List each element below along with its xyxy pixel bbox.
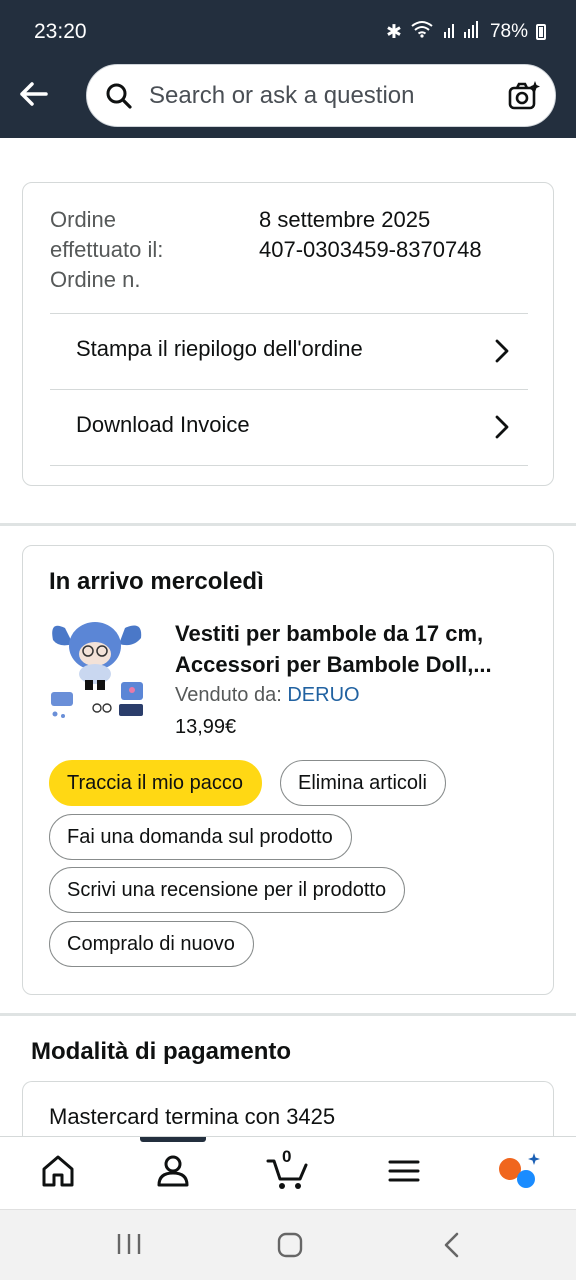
section-divider <box>0 523 576 526</box>
app-header: Search or ask a question <box>0 64 576 138</box>
print-summary-link[interactable]: Stampa il riepilogo dell'ordine <box>50 313 528 391</box>
search-icon <box>105 82 133 115</box>
bottom-nav: 0 <box>0 1136 576 1209</box>
battery-icon <box>536 24 546 40</box>
rufus-assistant-icon[interactable] <box>496 1151 540 1191</box>
delivery-status-title: In arrivo mercoledì <box>49 568 264 595</box>
menu-icon[interactable] <box>384 1151 424 1191</box>
order-date-value: 8 settembre 2025 <box>259 207 431 232</box>
download-invoice-label: Download Invoice <box>76 412 250 437</box>
cart-icon[interactable]: 0 <box>266 1147 310 1191</box>
track-package-button[interactable]: Traccia il mio pacco <box>49 760 262 806</box>
order-values: 8 settembre 2025 407-0303459-8370748 <box>259 205 482 265</box>
order-number-value: 407-0303459-8370748 <box>259 237 482 262</box>
status-time: 23:20 <box>34 20 87 43</box>
seller-info: Venduto da: DERUO <box>175 684 360 707</box>
payment-method-text: Mastercard termina con 3425 <box>49 1104 336 1129</box>
wifi-icon <box>410 20 434 44</box>
account-icon[interactable] <box>153 1151 193 1191</box>
signal-icon <box>442 20 482 44</box>
product-price: 13,99€ <box>175 716 237 738</box>
delete-items-button[interactable]: Elimina articoli <box>280 760 446 806</box>
order-labels: Ordine effettuato il: Ordine n. <box>50 205 163 295</box>
write-review-button[interactable]: Scrivi una recensione per il prodotto <box>49 867 406 913</box>
order-number-label: Ordine n. <box>50 267 141 292</box>
home-icon[interactable] <box>38 1151 78 1191</box>
back-arrow-icon[interactable] <box>16 76 52 112</box>
chevron-right-icon <box>494 414 510 445</box>
seller-label: Venduto da: <box>175 684 282 706</box>
section-divider <box>0 1013 576 1016</box>
order-date-label: Ordine <box>50 207 117 232</box>
system-navigation-bar <box>0 1209 576 1280</box>
status-bar: 23:20 ✱ 78% <box>0 0 576 64</box>
product-title-line-1: Vestiti per bambole da 17 cm, <box>175 621 484 646</box>
order-info-card: Ordine effettuato il: Ordine n. 8 settem… <box>22 182 554 486</box>
search-input[interactable]: Search or ask a question <box>149 82 415 110</box>
active-tab-indicator <box>140 1137 206 1142</box>
buy-again-button[interactable]: Compralo di nuovo <box>49 921 254 967</box>
seller-link[interactable]: DERUO <box>287 684 359 706</box>
divider <box>50 465 528 466</box>
home-button-icon[interactable] <box>277 1232 303 1263</box>
product-title-link[interactable]: Vestiti per bambole da 17 cm, Accessori … <box>175 618 535 680</box>
cart-count-badge: 0 <box>282 1147 292 1166</box>
camera-search-icon[interactable] <box>507 79 541 118</box>
bluetooth-icon: ✱ <box>386 21 402 43</box>
payment-method-title: Modalità di pagamento <box>31 1038 292 1065</box>
print-summary-label: Stampa il riepilogo dell'ordine <box>76 336 363 361</box>
chevron-right-icon <box>494 338 510 369</box>
download-invoice-link[interactable]: Download Invoice <box>50 389 528 467</box>
battery-percent: 78% <box>489 21 528 42</box>
order-date-label-2: effettuato il: <box>50 237 164 262</box>
ask-product-question-button[interactable]: Fai una domanda sul prodotto <box>49 814 352 860</box>
delivery-card: In arrivo mercoledì Vestiti per bambole … <box>22 545 554 995</box>
recent-apps-icon[interactable] <box>116 1232 142 1261</box>
product-image[interactable] <box>47 616 153 722</box>
status-icons: ✱ 78% <box>386 20 546 44</box>
back-button-icon[interactable] <box>442 1232 462 1263</box>
search-bar[interactable]: Search or ask a question <box>86 64 556 127</box>
product-title-line-2: Accessori per Bambole Doll,... <box>175 652 492 677</box>
